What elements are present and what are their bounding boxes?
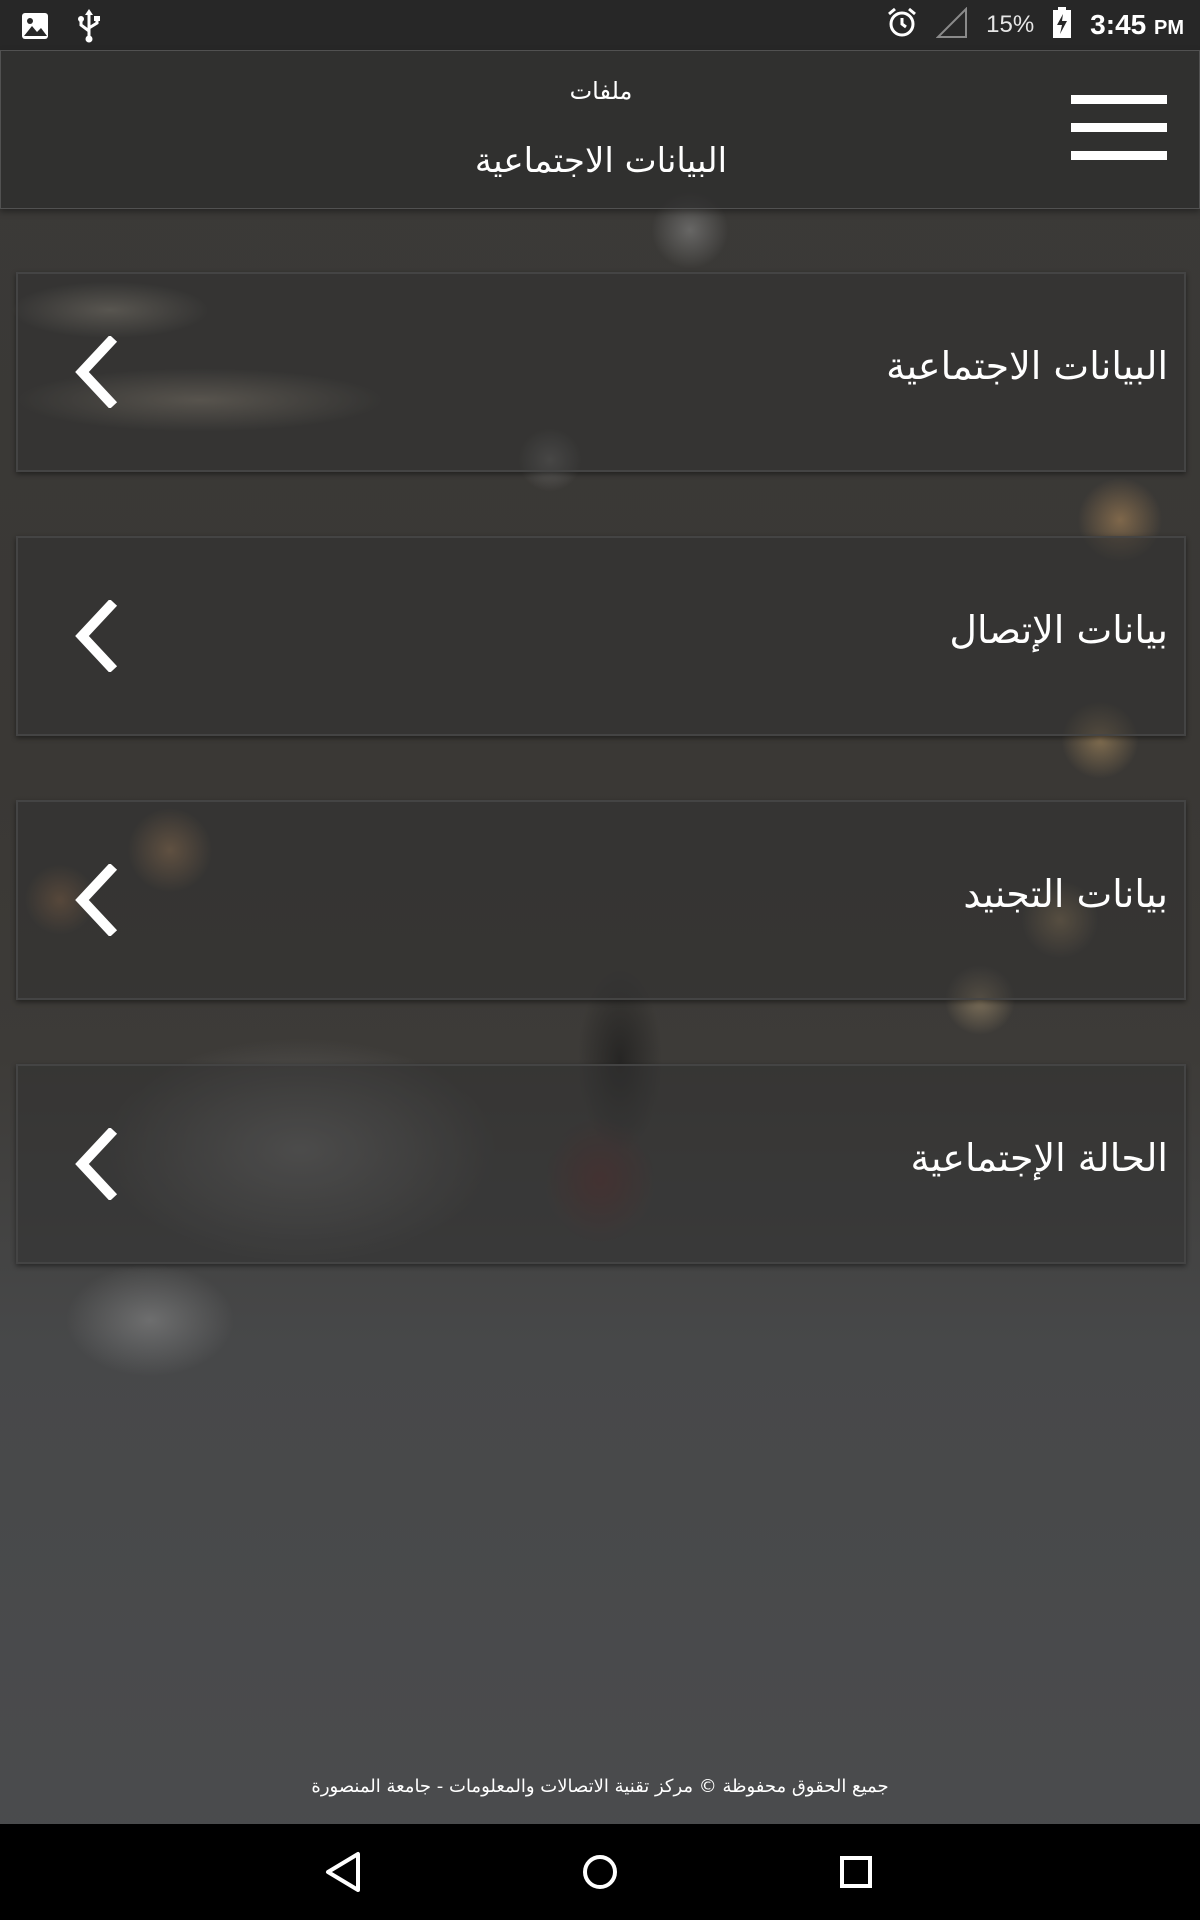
signal-icon — [935, 6, 968, 44]
list-item-marital-status[interactable]: الحالة الإجتماعية — [16, 1064, 1186, 1264]
usb-icon — [76, 9, 102, 47]
app-header: ملفات البيانات الاجتماعية — [0, 50, 1200, 209]
page-title: البيانات الاجتماعية — [474, 141, 728, 181]
header-subtitle: ملفات — [569, 77, 633, 105]
chevron-left-icon — [75, 336, 118, 408]
hamburger-icon[interactable] — [1071, 95, 1167, 161]
list-item-contact-data[interactable]: بيانات الإتصال — [16, 536, 1186, 736]
status-bar: 15% 3:45 PM — [0, 0, 1200, 50]
battery-percent: 15% — [986, 11, 1035, 38]
recents-icon[interactable] — [828, 1844, 884, 1900]
list-item-label: البيانات الاجتماعية — [886, 344, 1168, 388]
battery-charging-icon — [1052, 6, 1072, 44]
alarm-icon — [886, 7, 918, 44]
copyright-footer: جميع الحقوق محفوظة © مركز تقنية الاتصالا… — [311, 1776, 889, 1797]
clock: 3:45 PM — [1090, 9, 1184, 41]
status-left-icons — [20, 9, 102, 47]
list-item-label: بيانات الإتصال — [949, 608, 1168, 652]
clock-suffix: PM — [1154, 17, 1184, 39]
image-icon — [20, 11, 50, 45]
list-item-label: بيانات التجنيد — [963, 872, 1168, 916]
navigation-bar — [0, 1824, 1200, 1920]
status-right: 15% 3:45 PM — [886, 0, 1184, 50]
list-item-label: الحالة الإجتماعية — [910, 1136, 1168, 1180]
list-item-military-data[interactable]: بيانات التجنيد — [16, 800, 1186, 1000]
list-item-social-data[interactable]: البيانات الاجتماعية — [16, 272, 1186, 472]
chevron-left-icon — [75, 600, 118, 672]
home-icon[interactable] — [572, 1844, 628, 1900]
chevron-left-icon — [75, 1128, 118, 1200]
clock-time: 3:45 — [1090, 9, 1147, 40]
chevron-left-icon — [75, 864, 118, 936]
back-icon[interactable] — [316, 1844, 372, 1900]
